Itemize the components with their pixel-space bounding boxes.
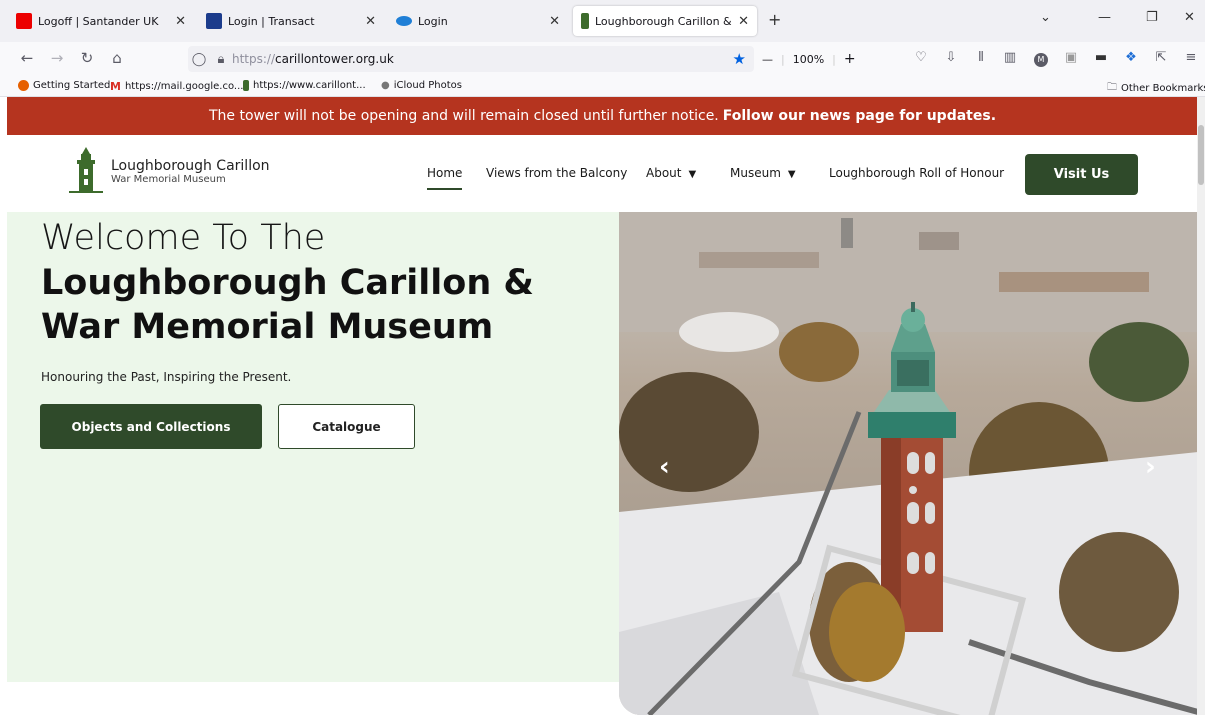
home-icon[interactable]: ⌂ (106, 49, 128, 67)
nav-home[interactable]: Home (427, 166, 463, 190)
zoom-controls: — | 100% | + (762, 51, 856, 67)
visit-us-button[interactable]: Visit Us (1025, 154, 1138, 195)
menu-icon[interactable]: ≡ (1182, 50, 1200, 65)
webpage: The tower will not be opening and will r… (7, 97, 1198, 715)
page-scrollbar[interactable] (1197, 97, 1205, 715)
bookmark-gmail[interactable]: M https://mail.google.co... (110, 80, 243, 93)
back-arrow-icon[interactable]: ← (16, 49, 38, 67)
other-bookmarks[interactable]: 🗀︎ Other Bookmarks (1107, 80, 1205, 97)
tab-transact[interactable]: Login | Transact ✕ (198, 6, 384, 36)
carillon-tower-logo-icon (69, 147, 103, 193)
logo-title: Loughborough Carillon (111, 157, 270, 174)
notice-banner: The tower will not be opening and will r… (7, 97, 1198, 135)
tab-login[interactable]: Login ✕ (388, 6, 568, 36)
carousel-prev-chevron-icon[interactable]: ‹ (659, 452, 670, 482)
minimize-icon[interactable]: — (1098, 10, 1111, 25)
gmail-icon: M (110, 80, 121, 93)
url-bar[interactable]: ◯ 🔒︎ https://carillontower.org.uk ★ (188, 46, 754, 72)
site-header: Loughborough Carillon War Memorial Museu… (7, 135, 1198, 212)
bookmark-getting-started[interactable]: Getting Started (18, 80, 110, 91)
close-icon[interactable]: ✕ (738, 14, 749, 29)
zoom-in-icon[interactable]: + (844, 51, 856, 67)
chevron-down-icon: ▼ (787, 169, 796, 180)
cloud-favicon-icon (396, 16, 412, 26)
tab-santander[interactable]: Logoff | Santander UK ✕ (8, 6, 194, 36)
bookmark-star-icon[interactable]: ★ (733, 50, 746, 68)
close-icon[interactable]: ✕ (549, 14, 560, 29)
chevron-down-icon: ▼ (688, 169, 697, 180)
santander-favicon-icon (16, 13, 32, 29)
folder-icon: 🗀︎ (1107, 82, 1117, 93)
pocket-icon[interactable]: ♡ (912, 50, 930, 65)
site-logo[interactable]: Loughborough Carillon War Memorial Museu… (69, 147, 270, 195)
new-tab-icon[interactable]: + (768, 10, 781, 29)
restore-icon[interactable]: ❐ (1146, 10, 1158, 25)
catalogue-button[interactable]: Catalogue (278, 404, 415, 449)
transact-favicon-icon (206, 13, 222, 29)
tab-label: Loughborough Carillon & War (595, 14, 732, 28)
logo-subtitle: War Memorial Museum (111, 173, 226, 185)
nav-museum-label: Museum (730, 166, 781, 180)
nav-about[interactable]: About ▼ (646, 166, 696, 180)
nav-roll-of-honour[interactable]: Loughborough Roll of Honour (829, 166, 1004, 180)
tower-favicon-icon (243, 80, 249, 91)
url-scheme: https:// (232, 52, 276, 66)
firefox-icon (18, 80, 29, 91)
nav-museum[interactable]: Museum ▼ (730, 166, 796, 180)
extension-dark-icon[interactable]: ▬ (1092, 50, 1110, 65)
close-window-icon[interactable]: ✕ (1184, 10, 1195, 25)
bookmark-label: https://www.carillont... (253, 80, 366, 91)
extension-badge-icon[interactable]: ❖ (1122, 50, 1140, 65)
tab-carillon[interactable]: Loughborough Carillon & War ✕ (573, 6, 757, 36)
bookmarks-bar: Getting Started M https://mail.google.co… (0, 76, 1205, 97)
share-icon[interactable]: ⇱ (1152, 50, 1170, 65)
tab-label: Login | Transact (228, 14, 315, 28)
divider: | (832, 52, 836, 66)
extension-m-icon[interactable]: M (1034, 53, 1048, 67)
tab-list-chevron-icon[interactable]: ⌄ (1040, 10, 1051, 25)
browser-nav-bar: ← → ↻ ⌂ ◯ 🔒︎ https://carillontower.org.u… (0, 42, 1205, 76)
carousel-next-chevron-icon[interactable]: › (1145, 452, 1156, 482)
tower-favicon-icon (581, 13, 589, 29)
lock-icon[interactable]: 🔒︎ (210, 52, 232, 67)
hero-subtitle: Honouring the Past, Inspiring the Presen… (41, 370, 292, 384)
hero-carousel-image: ‹ › (619, 212, 1198, 715)
bookmark-label: Other Bookmarks (1121, 83, 1205, 94)
zoom-out-icon[interactable]: — (762, 53, 773, 66)
extension-grey-icon[interactable]: ▣ (1062, 50, 1080, 65)
nav-views-from-balcony[interactable]: Views from the Balcony (486, 166, 627, 180)
bookmark-label: Getting Started (33, 80, 111, 91)
close-icon[interactable]: ✕ (175, 14, 186, 29)
bookmark-icloud[interactable]: ● iCloud Photos (381, 80, 462, 91)
apple-icon: ● (381, 80, 390, 91)
nav-about-label: About (646, 166, 682, 180)
hero-title: Loughborough Carillon & War Memorial Mus… (41, 263, 534, 347)
scrollbar-thumb[interactable] (1198, 125, 1204, 185)
bookmark-carillon[interactable]: https://www.carillont... (243, 80, 366, 91)
close-icon[interactable]: ✕ (365, 14, 376, 29)
browser-tab-bar: Logoff | Santander UK ✕ Login | Transact… (0, 0, 1205, 42)
carillon-aerial-photo (619, 212, 1198, 715)
bookmark-label: https://mail.google.co... (124, 81, 244, 92)
download-icon[interactable]: ⇩ (942, 50, 960, 65)
tab-label: Logoff | Santander UK (38, 14, 159, 28)
bookmark-label: iCloud Photos (393, 80, 462, 91)
divider: | (781, 52, 785, 66)
banner-news-link[interactable]: Follow our news page for updates. (723, 108, 996, 124)
objects-and-collections-button[interactable]: Objects and Collections (40, 404, 262, 449)
tab-label: Login (418, 14, 448, 28)
url-host: carillontower.org.uk (275, 52, 394, 66)
hero-welcome: Welcome To The (41, 218, 326, 258)
banner-text: The tower will not be opening and will r… (208, 108, 719, 124)
zoom-level[interactable]: 100% (793, 53, 824, 66)
library-icon[interactable]: ⫴ (972, 50, 990, 65)
reload-icon[interactable]: ↻ (76, 49, 98, 67)
sidebar-icon[interactable]: ▥ (1001, 50, 1019, 65)
forward-arrow-icon[interactable]: → (46, 49, 68, 67)
shield-icon[interactable]: ◯ (188, 52, 210, 67)
